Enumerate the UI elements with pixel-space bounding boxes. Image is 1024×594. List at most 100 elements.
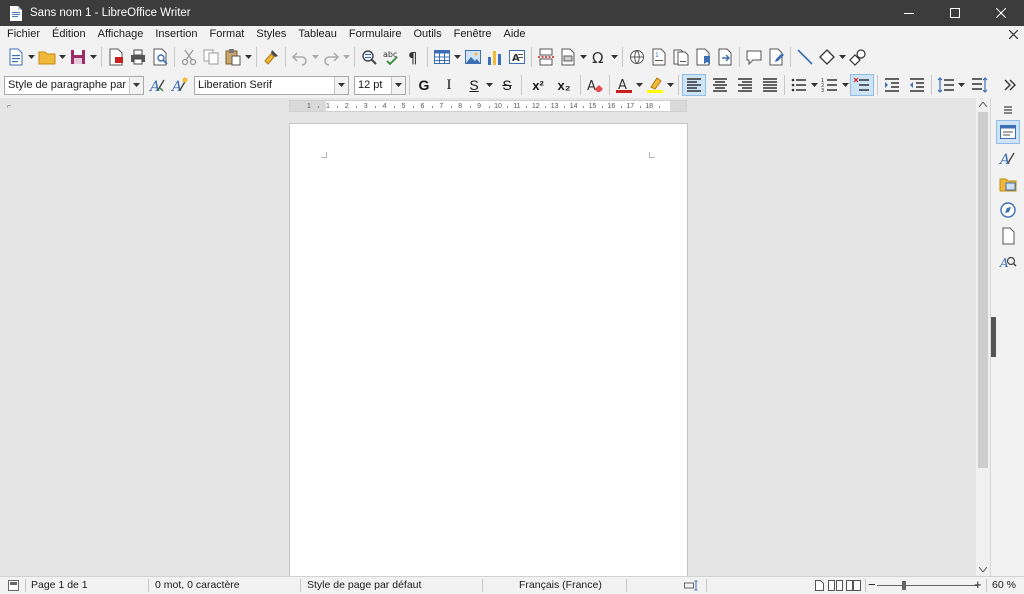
insert-footnote-button[interactable]: 1 — [648, 46, 670, 68]
clone-formatting-button[interactable] — [260, 46, 282, 68]
undo-dropdown[interactable] — [311, 46, 320, 68]
insert-line-button[interactable] — [794, 46, 816, 68]
highlight-color-dropdown[interactable] — [666, 74, 675, 96]
align-left-button[interactable] — [682, 74, 706, 96]
unordered-list-dropdown[interactable] — [810, 74, 819, 96]
word-count[interactable]: 0 mot, 0 caractère — [155, 577, 240, 594]
draw-functions-button[interactable] — [847, 46, 869, 68]
insert-comment-button[interactable] — [743, 46, 765, 68]
insert-endnote-button[interactable] — [670, 46, 692, 68]
copy-button[interactable] — [200, 46, 222, 68]
paste-dropdown[interactable] — [244, 46, 253, 68]
insert-field-dropdown[interactable] — [579, 46, 588, 68]
menu-affichage[interactable]: Affichage — [92, 26, 150, 42]
superscript-button[interactable]: x² — [525, 74, 551, 96]
zoom-out-button[interactable]: − — [868, 577, 876, 594]
font-size-combo[interactable]: 12 pt — [354, 75, 406, 95]
insert-special-character-button[interactable]: Ω — [588, 46, 610, 68]
paragraph-style-combo[interactable]: Style de paragraphe par défa — [4, 75, 144, 95]
menu-styles[interactable]: Styles — [250, 26, 292, 42]
font-color-dropdown[interactable] — [635, 74, 644, 96]
page-count[interactable]: Page 1 de 1 — [31, 577, 88, 594]
update-style-button[interactable]: A — [147, 74, 169, 96]
align-right-button[interactable] — [734, 74, 756, 96]
font-name-combo[interactable]: Liberation Serif — [194, 75, 349, 95]
horizontal-ruler[interactable]: 1 1 2 3 4 5 6 7 8 9 10 11 12 13 14 15 16 17 18 — [289, 100, 687, 112]
zoom-level[interactable]: 60 % — [992, 577, 1016, 594]
scroll-down-button[interactable] — [976, 563, 990, 576]
insert-bookmark-button[interactable] — [692, 46, 714, 68]
open-button[interactable] — [36, 46, 58, 68]
paste-button[interactable] — [222, 46, 244, 68]
underline-dropdown[interactable] — [485, 74, 494, 96]
insert-table-button[interactable] — [431, 46, 453, 68]
menu-format[interactable]: Format — [204, 26, 251, 42]
tab-stop-selector[interactable]: ⌐ — [7, 103, 11, 110]
save-dropdown[interactable] — [89, 46, 98, 68]
page-style[interactable]: Style de page par défaut — [307, 577, 421, 594]
sidebar-styles-button[interactable]: A — [996, 146, 1020, 170]
insert-cross-reference-button[interactable] — [714, 46, 736, 68]
minimize-button[interactable] — [886, 0, 932, 26]
menu-aide[interactable]: Aide — [498, 26, 532, 42]
sidebar-resize-handle[interactable] — [991, 317, 996, 357]
document-page[interactable] — [289, 123, 688, 583]
menu-insertion[interactable]: Insertion — [149, 26, 203, 42]
text-language[interactable]: Français (France) — [519, 577, 602, 594]
menu-formulaire[interactable]: Formulaire — [343, 26, 408, 42]
basic-shapes-button[interactable] — [816, 46, 838, 68]
find-replace-button[interactable] — [358, 46, 380, 68]
chevron-down-icon[interactable] — [334, 76, 348, 94]
sidebar-gallery-button[interactable] — [996, 172, 1020, 196]
document-signature-icon[interactable] — [8, 580, 19, 591]
line-spacing-dropdown[interactable] — [957, 74, 966, 96]
menu-tableau[interactable]: Tableau — [292, 26, 343, 42]
ordered-list-button[interactable]: 123 — [819, 74, 841, 96]
justify-button[interactable] — [759, 74, 781, 96]
no-list-button[interactable] — [850, 74, 874, 96]
new-style-button[interactable]: A — [169, 74, 191, 96]
redo-dropdown[interactable] — [342, 46, 351, 68]
basic-shapes-dropdown[interactable] — [838, 46, 847, 68]
ordered-list-dropdown[interactable] — [841, 74, 850, 96]
multi-page-view-icon[interactable] — [828, 580, 843, 591]
scrollbar-thumb[interactable] — [978, 112, 988, 468]
formatting-marks-button[interactable]: ¶ — [402, 46, 424, 68]
insert-page-break-button[interactable] — [535, 46, 557, 68]
new-document-button[interactable] — [5, 46, 27, 68]
increase-indent-button[interactable] — [881, 74, 903, 96]
sidebar-page-button[interactable] — [996, 224, 1020, 248]
menu-edition[interactable]: Édition — [46, 26, 92, 42]
align-center-button[interactable] — [709, 74, 731, 96]
print-preview-button[interactable] — [149, 46, 171, 68]
menu-outils[interactable]: Outils — [407, 26, 447, 42]
book-view-icon[interactable] — [846, 580, 861, 591]
sidebar-properties-button[interactable] — [996, 120, 1020, 144]
insert-table-dropdown[interactable] — [453, 46, 462, 68]
maximize-button[interactable] — [932, 0, 978, 26]
scroll-up-button[interactable] — [976, 98, 990, 111]
special-character-dropdown[interactable] — [610, 46, 619, 68]
italic-button[interactable]: I — [438, 74, 460, 96]
zoom-slider-track[interactable] — [877, 585, 977, 586]
vertical-scrollbar[interactable] — [976, 98, 990, 576]
undo-button[interactable] — [289, 46, 311, 68]
redo-button[interactable] — [320, 46, 342, 68]
line-spacing-button[interactable] — [935, 74, 957, 96]
toolbar-overflow-button[interactable] — [999, 74, 1021, 96]
close-button[interactable] — [978, 0, 1024, 26]
insert-hyperlink-button[interactable] — [626, 46, 648, 68]
sidebar-style-inspector-button[interactable]: A — [996, 250, 1020, 274]
font-color-button[interactable]: A — [613, 74, 635, 96]
insert-field-button[interactable] — [557, 46, 579, 68]
zoom-in-button[interactable]: + — [974, 577, 982, 594]
unordered-list-button[interactable] — [788, 74, 810, 96]
bold-button[interactable]: G — [413, 74, 435, 96]
export-pdf-button[interactable] — [105, 46, 127, 68]
new-document-dropdown[interactable] — [27, 46, 36, 68]
insert-mode-icon[interactable] — [684, 580, 700, 591]
menu-fenetre[interactable]: Fenêtre — [448, 26, 498, 42]
insert-textbox-button[interactable]: A — [506, 46, 528, 68]
chevron-down-icon[interactable] — [129, 76, 143, 94]
strikethrough-button[interactable]: S — [496, 74, 518, 96]
